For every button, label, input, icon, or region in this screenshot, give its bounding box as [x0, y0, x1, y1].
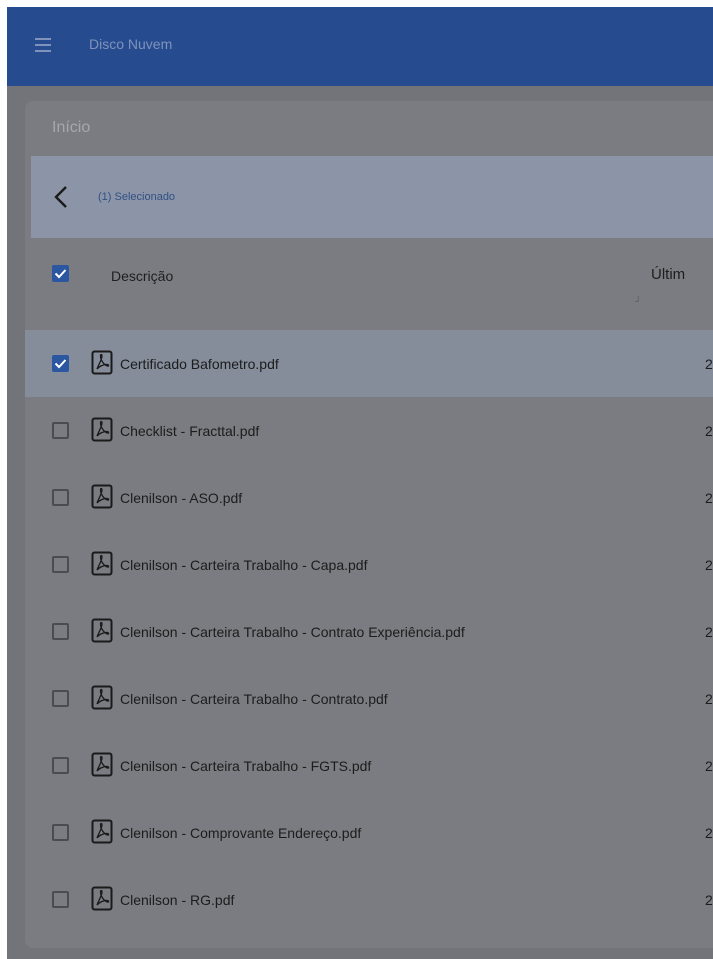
app-bar: Disco Nuvem [7, 7, 713, 86]
pdf-file-icon [91, 417, 113, 442]
row-checkbox[interactable] [52, 422, 69, 439]
pdf-file-icon [91, 350, 113, 375]
table-header: Descrição Últim ┘ [25, 238, 713, 330]
file-name[interactable]: Clenilson - Comprovante Endereço.pdf [120, 825, 361, 841]
row-checkbox[interactable] [52, 489, 69, 506]
table-row[interactable]: Clenilson - Carteira Trabalho - FGTS.pdf… [25, 732, 713, 799]
file-rows: Certificado Bafometro.pdf 2 Checklist - Fr… [25, 330, 713, 933]
file-name[interactable]: Certificado Bafometro.pdf [120, 356, 279, 372]
file-date: 2 [705, 892, 713, 908]
row-checkbox[interactable] [52, 891, 69, 908]
table-row[interactable]: Certificado Bafometro.pdf 2 [25, 330, 713, 397]
app-title: Disco Nuvem [89, 36, 173, 52]
pdf-file-icon [91, 618, 113, 643]
file-name[interactable]: Clenilson - Carteira Trabalho - FGTS.pdf [120, 758, 371, 774]
file-date: 2 [705, 825, 713, 841]
pdf-file-icon [91, 551, 113, 576]
table-row[interactable]: Checklist - Fracttal.pdf 2 [25, 397, 713, 464]
sort-indicator-icon: ┘ [635, 296, 642, 306]
table-row[interactable]: Clenilson - ASO.pdf 2 [25, 464, 713, 531]
row-checkbox[interactable] [52, 355, 69, 372]
file-name[interactable]: Checklist - Fracttal.pdf [120, 423, 259, 439]
row-checkbox[interactable] [52, 556, 69, 573]
column-header-last-modified[interactable]: Últim [651, 266, 685, 283]
table-row[interactable]: Clenilson - RG.pdf 2 [25, 866, 713, 933]
row-checkbox[interactable] [52, 623, 69, 640]
file-date: 2 [705, 356, 713, 372]
file-date: 2 [705, 423, 713, 439]
pdf-file-icon [91, 685, 113, 710]
file-date: 2 [705, 691, 713, 707]
table-row[interactable]: Clenilson - Carteira Trabalho - Contrato… [25, 598, 713, 665]
selection-bar: (1) Selecionado [31, 156, 713, 238]
file-name[interactable]: Clenilson - Carteira Trabalho - Contrato… [120, 691, 388, 707]
file-date: 2 [705, 758, 713, 774]
file-name[interactable]: Clenilson - RG.pdf [120, 892, 234, 908]
selection-count: (1) Selecionado [98, 191, 176, 203]
chevron-left-icon[interactable] [51, 185, 71, 209]
table-row[interactable]: Clenilson - Carteira Trabalho - Capa.pdf… [25, 531, 713, 598]
pdf-file-icon [91, 752, 113, 777]
table-row[interactable]: Clenilson - Comprovante Endereço.pdf 2 [25, 799, 713, 866]
file-name[interactable]: Clenilson - ASO.pdf [120, 490, 242, 506]
file-list-card: Início (1) Selecionado Descrição Últim ┘… [25, 101, 713, 948]
file-date: 2 [705, 624, 713, 640]
breadcrumb[interactable]: Início [52, 119, 90, 137]
file-name[interactable]: Clenilson - Carteira Trabalho - Contrato… [120, 624, 465, 640]
file-date: 2 [705, 557, 713, 573]
row-checkbox[interactable] [52, 757, 69, 774]
row-checkbox[interactable] [52, 690, 69, 707]
select-all-checkbox[interactable] [52, 265, 69, 282]
hamburger-menu-icon[interactable] [31, 36, 55, 54]
pdf-file-icon [91, 484, 113, 509]
file-name[interactable]: Clenilson - Carteira Trabalho - Capa.pdf [120, 557, 367, 573]
row-checkbox[interactable] [52, 824, 69, 841]
table-row[interactable]: Clenilson - Carteira Trabalho - Contrato… [25, 665, 713, 732]
pdf-file-icon [91, 819, 113, 844]
pdf-file-icon [91, 886, 113, 911]
file-date: 2 [705, 490, 713, 506]
column-header-description[interactable]: Descrição [111, 268, 173, 284]
app-frame: Disco Nuvem Início (1) Selecionado Descr… [7, 7, 713, 959]
